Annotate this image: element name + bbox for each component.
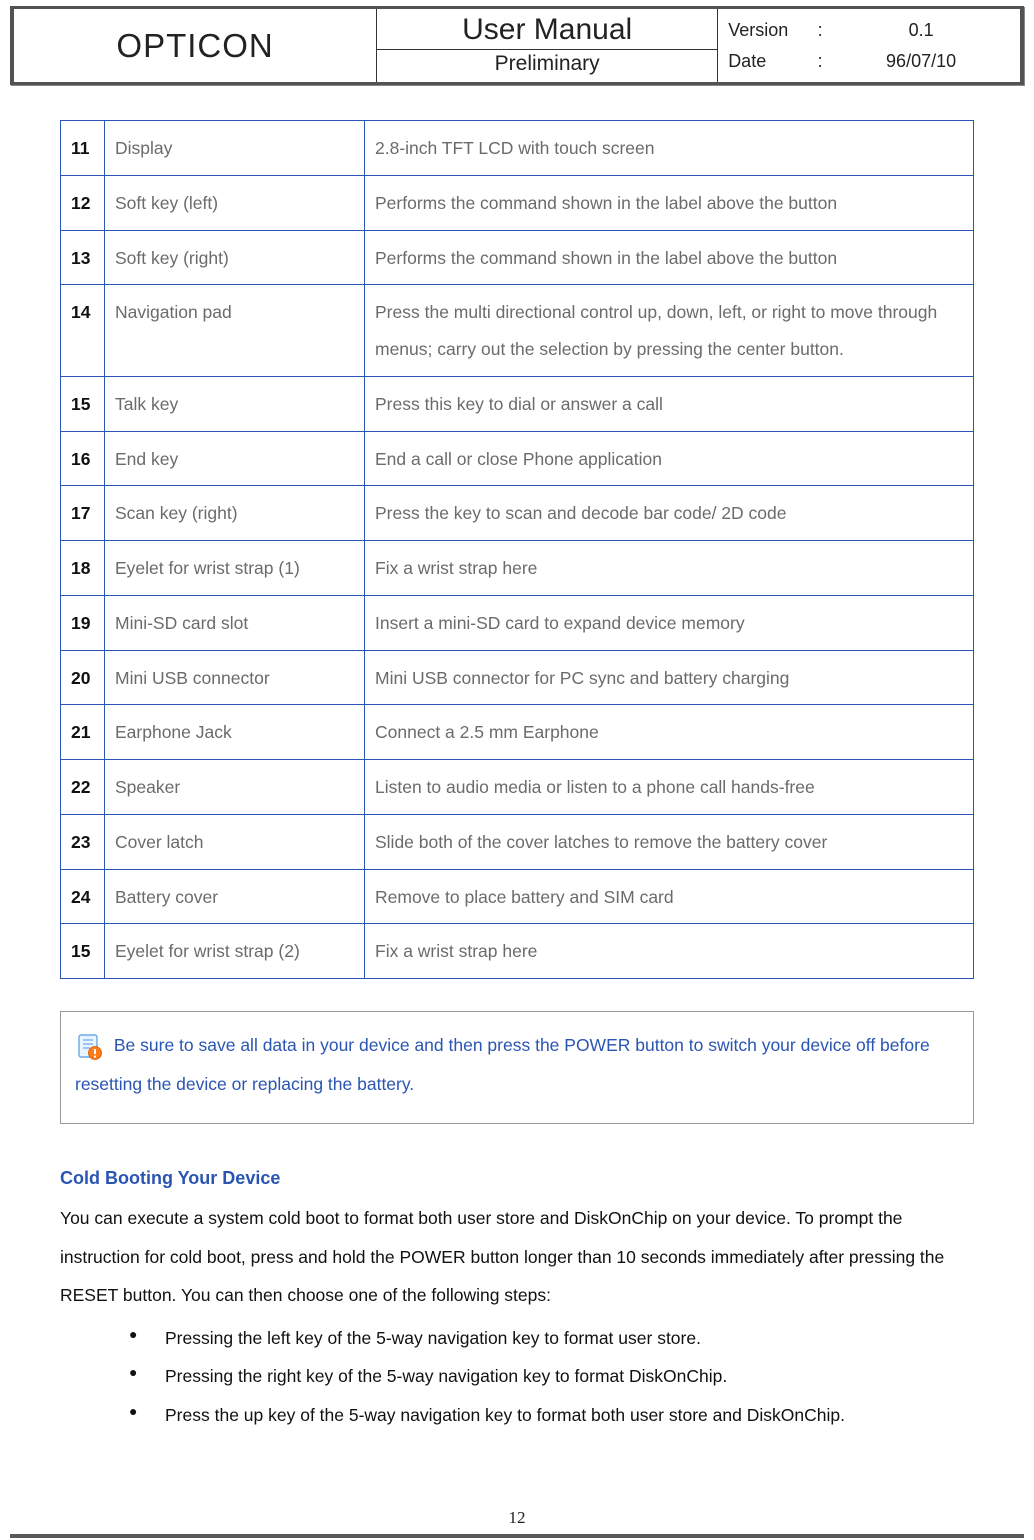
part-number: 24 xyxy=(61,869,105,924)
table-row: 16End keyEnd a call or close Phone appli… xyxy=(61,431,974,486)
part-number: 19 xyxy=(61,595,105,650)
part-number: 23 xyxy=(61,814,105,869)
list-item: Pressing the right key of the 5-way navi… xyxy=(165,1357,974,1396)
part-name: Cover latch xyxy=(105,814,365,869)
section-heading: Cold Booting Your Device xyxy=(60,1168,974,1189)
note-text: Be sure to save all data in your device … xyxy=(75,1035,930,1094)
part-number: 21 xyxy=(61,705,105,760)
part-description: Press the key to scan and decode bar cod… xyxy=(365,486,974,541)
part-description: Press this key to dial or answer a call xyxy=(365,376,974,431)
part-name: Eyelet for wrist strap (2) xyxy=(105,924,365,979)
part-description: Listen to audio media or listen to a pho… xyxy=(365,760,974,815)
table-row: 15Eyelet for wrist strap (2)Fix a wrist … xyxy=(61,924,974,979)
document-title: User Manual xyxy=(377,9,717,50)
part-name: Eyelet for wrist strap (1) xyxy=(105,541,365,596)
note-alert-icon xyxy=(75,1033,103,1061)
part-description: Performs the command shown in the label … xyxy=(365,175,974,230)
part-name: Navigation pad xyxy=(105,285,365,377)
part-description: Slide both of the cover latches to remov… xyxy=(365,814,974,869)
list-item: Press the up key of the 5-way navigation… xyxy=(165,1396,974,1435)
part-description: Fix a wrist strap here xyxy=(365,541,974,596)
part-number: 14 xyxy=(61,285,105,377)
document-meta: Version : 0.1 Date : 96/07/10 xyxy=(718,9,1020,82)
part-number: 15 xyxy=(61,376,105,431)
part-name: Soft key (right) xyxy=(105,230,365,285)
part-description: Mini USB connector for PC sync and batte… xyxy=(365,650,974,705)
part-name: Mini USB connector xyxy=(105,650,365,705)
part-name: Mini-SD card slot xyxy=(105,595,365,650)
part-description: Fix a wrist strap here xyxy=(365,924,974,979)
part-number: 11 xyxy=(61,121,105,176)
part-name: Soft key (left) xyxy=(105,175,365,230)
table-row: 14Navigation padPress the multi directio… xyxy=(61,285,974,377)
meta-colon: : xyxy=(808,15,832,46)
page-number: 12 xyxy=(0,1508,1034,1528)
part-number: 18 xyxy=(61,541,105,596)
brand: OPTICON xyxy=(14,9,376,82)
table-row: 22SpeakerListen to audio media or listen… xyxy=(61,760,974,815)
part-name: End key xyxy=(105,431,365,486)
part-name: Battery cover xyxy=(105,869,365,924)
part-description: 2.8-inch TFT LCD with touch screen xyxy=(365,121,974,176)
table-row: 23Cover latchSlide both of the cover lat… xyxy=(61,814,974,869)
steps-list: Pressing the left key of the 5-way navig… xyxy=(60,1319,974,1435)
part-number: 22 xyxy=(61,760,105,815)
part-name: Talk key xyxy=(105,376,365,431)
table-row: 17Scan key (right)Press the key to scan … xyxy=(61,486,974,541)
footer-rule xyxy=(10,1534,1024,1538)
part-description: Remove to place battery and SIM card xyxy=(365,869,974,924)
table-row: 18Eyelet for wrist strap (1)Fix a wrist … xyxy=(61,541,974,596)
table-row: 24Battery coverRemove to place battery a… xyxy=(61,869,974,924)
table-row: 13Soft key (right)Performs the command s… xyxy=(61,230,974,285)
document-subtitle: Preliminary xyxy=(377,50,717,80)
part-name: Scan key (right) xyxy=(105,486,365,541)
table-row: 15Talk keyPress this key to dial or answ… xyxy=(61,376,974,431)
part-name: Speaker xyxy=(105,760,365,815)
part-number: 13 xyxy=(61,230,105,285)
document-header: OPTICON User Manual Preliminary Version … xyxy=(10,6,1024,85)
part-number: 15 xyxy=(61,924,105,979)
part-description: Press the multi directional control up, … xyxy=(365,285,974,377)
date-label: Date xyxy=(728,46,808,77)
part-number: 20 xyxy=(61,650,105,705)
part-description: Insert a mini-SD card to expand device m… xyxy=(365,595,974,650)
parts-table: 11Display2.8-inch TFT LCD with touch scr… xyxy=(60,120,974,979)
list-item: Pressing the left key of the 5-way navig… xyxy=(165,1319,974,1358)
table-row: 20Mini USB connectorMini USB connector f… xyxy=(61,650,974,705)
date-value: 96/07/10 xyxy=(832,46,1010,77)
part-number: 17 xyxy=(61,486,105,541)
meta-colon: : xyxy=(808,46,832,77)
part-description: Performs the command shown in the label … xyxy=(365,230,974,285)
table-row: 11Display2.8-inch TFT LCD with touch scr… xyxy=(61,121,974,176)
table-row: 12Soft key (left)Performs the command sh… xyxy=(61,175,974,230)
version-label: Version xyxy=(728,15,808,46)
part-description: End a call or close Phone application xyxy=(365,431,974,486)
part-name: Display xyxy=(105,121,365,176)
version-value: 0.1 xyxy=(832,15,1010,46)
title-block: User Manual Preliminary xyxy=(376,9,718,82)
table-row: 21Earphone JackConnect a 2.5 mm Earphone xyxy=(61,705,974,760)
part-number: 12 xyxy=(61,175,105,230)
part-name: Earphone Jack xyxy=(105,705,365,760)
table-row: 19Mini-SD card slotInsert a mini-SD card… xyxy=(61,595,974,650)
part-description: Connect a 2.5 mm Earphone xyxy=(365,705,974,760)
section-body: You can execute a system cold boot to fo… xyxy=(60,1199,974,1315)
note-box: Be sure to save all data in your device … xyxy=(60,1011,974,1124)
part-number: 16 xyxy=(61,431,105,486)
